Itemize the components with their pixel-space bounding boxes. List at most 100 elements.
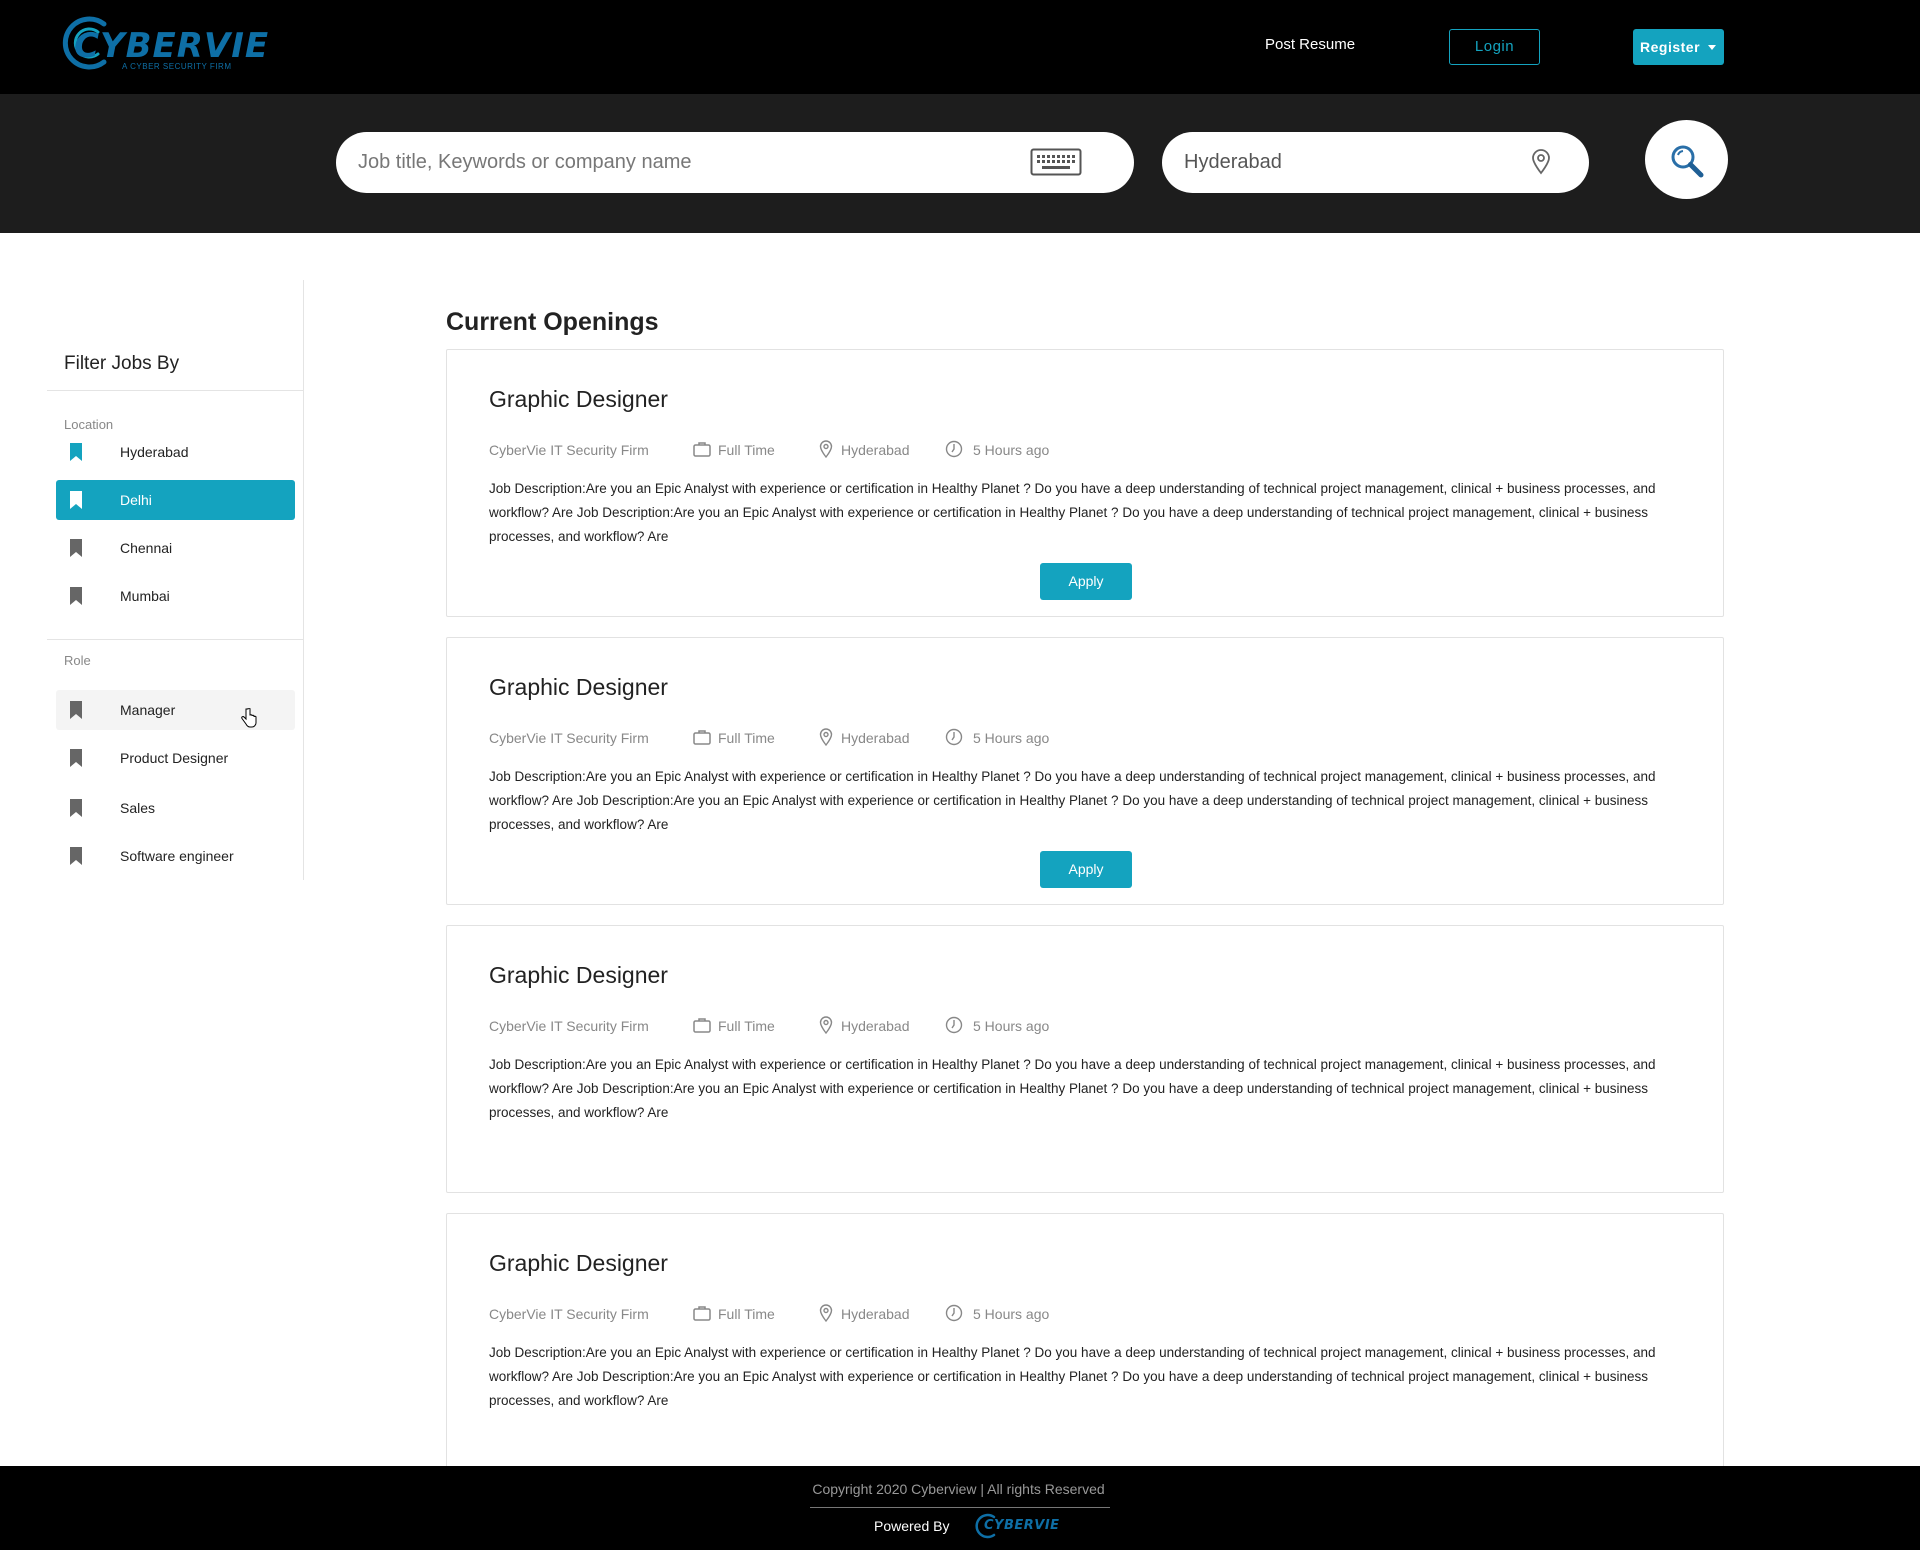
keyboard-icon[interactable] xyxy=(1030,148,1082,176)
filter-location-mumbai[interactable]: Mumbai xyxy=(56,576,295,616)
job-card: Graphic Designer CyberVie IT Security Fi… xyxy=(446,349,1724,617)
chevron-down-icon xyxy=(1708,45,1716,50)
clock-icon xyxy=(945,1016,963,1034)
filter-label: Software engineer xyxy=(120,848,234,864)
filter-label: Sales xyxy=(120,800,156,816)
divider xyxy=(47,390,303,391)
search-button[interactable] xyxy=(1645,120,1728,199)
register-label: Register xyxy=(1640,39,1701,55)
role-section-label: Role xyxy=(64,653,91,668)
logo-tagline: A CYBER SECURITY FIRM xyxy=(122,62,232,71)
company-name: CyberVie IT Security Firm xyxy=(489,1018,649,1034)
keyword-search-input[interactable] xyxy=(358,132,1038,193)
briefcase-icon xyxy=(693,1306,711,1321)
posted-time: 5 Hours ago xyxy=(973,442,1050,458)
job-location: Hyderabad xyxy=(841,730,910,746)
job-type: Full Time xyxy=(718,442,775,458)
powered-by-label: Powered By xyxy=(874,1518,950,1534)
job-card: Graphic Designer CyberVie IT Security Fi… xyxy=(446,637,1724,905)
bookmark-icon xyxy=(70,587,82,605)
job-location: Hyderabad xyxy=(841,1018,910,1034)
map-pin-icon xyxy=(819,728,833,746)
filter-title: Filter Jobs By xyxy=(64,353,180,374)
job-title[interactable]: Graphic Designer xyxy=(489,674,668,701)
filter-location-delhi[interactable]: Delhi xyxy=(56,480,295,520)
bookmark-icon xyxy=(70,799,82,817)
apply-button[interactable]: Apply xyxy=(1040,563,1132,600)
filter-label: Chennai xyxy=(120,540,173,556)
logo-wordmark: CYBERVIE xyxy=(74,26,270,66)
bookmark-icon xyxy=(70,701,82,719)
filter-label: Product Designer xyxy=(120,750,229,766)
top-header: CYBERVIE A CYBER SECURITY FIRM Post Resu… xyxy=(0,0,1920,94)
filter-location-chennai[interactable]: Chennai xyxy=(56,528,295,568)
apply-button[interactable]: Apply xyxy=(1040,851,1132,888)
filter-location-hyderabad[interactable]: Hyderabad xyxy=(56,432,295,472)
post-resume-link[interactable]: Post Resume xyxy=(1265,36,1355,53)
hand-cursor-icon xyxy=(241,708,257,728)
job-location: Hyderabad xyxy=(841,442,910,458)
job-title[interactable]: Graphic Designer xyxy=(489,386,668,413)
map-pin-icon xyxy=(819,1016,833,1034)
filter-label: Manager xyxy=(120,702,176,718)
cybervie-logo[interactable]: CYBERVIE A CYBER SECURITY FIRM xyxy=(58,12,268,74)
bookmark-icon xyxy=(70,749,82,767)
divider xyxy=(47,639,303,640)
job-meta: CyberVie IT Security Firm Full Time Hyde… xyxy=(489,1016,1289,1038)
search-icon xyxy=(1671,145,1704,178)
keyword-search-box xyxy=(336,132,1134,193)
job-meta: CyberVie IT Security Firm Full Time Hyde… xyxy=(489,1304,1289,1326)
briefcase-icon xyxy=(693,442,711,457)
location-input[interactable] xyxy=(1184,132,1504,193)
filter-role-manager[interactable]: Manager xyxy=(56,690,295,730)
job-description: Job Description:Are you an Epic Analyst … xyxy=(489,769,1656,832)
filter-role-product-designer[interactable]: Product Designer xyxy=(56,738,295,778)
job-title[interactable]: Graphic Designer xyxy=(489,1250,668,1277)
posted-time: 5 Hours ago xyxy=(973,1018,1050,1034)
map-pin-icon xyxy=(819,440,833,458)
job-type: Full Time xyxy=(718,730,775,746)
clock-icon xyxy=(945,440,963,458)
clock-icon xyxy=(945,728,963,746)
map-pin-icon xyxy=(1532,149,1550,175)
company-name: CyberVie IT Security Firm xyxy=(489,1306,649,1322)
posted-time: 5 Hours ago xyxy=(973,730,1050,746)
filter-label: Delhi xyxy=(120,492,152,508)
job-title[interactable]: Graphic Designer xyxy=(489,962,668,989)
company-name: CyberVie IT Security Firm xyxy=(489,730,649,746)
posted-time: 5 Hours ago xyxy=(973,1306,1050,1322)
filter-role-software-engineer[interactable]: Software engineer xyxy=(56,836,295,876)
location-section-label: Location xyxy=(64,417,114,432)
filter-label: Mumbai xyxy=(120,588,170,604)
page-footer: Copyright 2020 Cyberview | All rights Re… xyxy=(0,1466,1920,1550)
bookmark-icon xyxy=(70,491,82,509)
filter-role-sales[interactable]: Sales xyxy=(56,788,295,828)
location-search-box xyxy=(1162,132,1589,193)
job-meta: CyberVie IT Security Firm Full Time Hyde… xyxy=(489,728,1289,750)
register-button[interactable]: Register xyxy=(1633,29,1724,65)
bookmark-icon xyxy=(70,539,82,557)
footer-logo-wordmark: CYBERVIE xyxy=(984,1518,1060,1533)
page-title: Current Openings xyxy=(446,308,659,336)
company-name: CyberVie IT Security Firm xyxy=(489,442,649,458)
map-pin-icon xyxy=(819,1304,833,1322)
clock-icon xyxy=(945,1304,963,1322)
bookmark-icon xyxy=(70,847,82,865)
briefcase-icon xyxy=(693,730,711,745)
job-description: Job Description:Are you an Epic Analyst … xyxy=(489,1345,1656,1408)
job-location: Hyderabad xyxy=(841,1306,910,1322)
filter-sidebar: Filter Jobs By Location Hyderabad Delhi … xyxy=(47,280,304,880)
filter-label: Hyderabad xyxy=(120,444,189,460)
job-type: Full Time xyxy=(718,1306,775,1322)
job-description: Job Description:Are you an Epic Analyst … xyxy=(489,481,1656,544)
job-meta: CyberVie IT Security Firm Full Time Hyde… xyxy=(489,440,1289,462)
footer-logo[interactable]: CYBERVIE xyxy=(974,1512,1059,1540)
job-type: Full Time xyxy=(718,1018,775,1034)
briefcase-icon xyxy=(693,1018,711,1033)
job-description: Job Description:Are you an Epic Analyst … xyxy=(489,1057,1656,1120)
login-button[interactable]: Login xyxy=(1449,29,1540,65)
job-card: Graphic Designer CyberVie IT Security Fi… xyxy=(446,1213,1724,1473)
search-bar-section xyxy=(0,94,1920,233)
job-card: Graphic Designer CyberVie IT Security Fi… xyxy=(446,925,1724,1193)
copyright-text: Copyright 2020 Cyberview | All rights Re… xyxy=(812,1481,1105,1497)
